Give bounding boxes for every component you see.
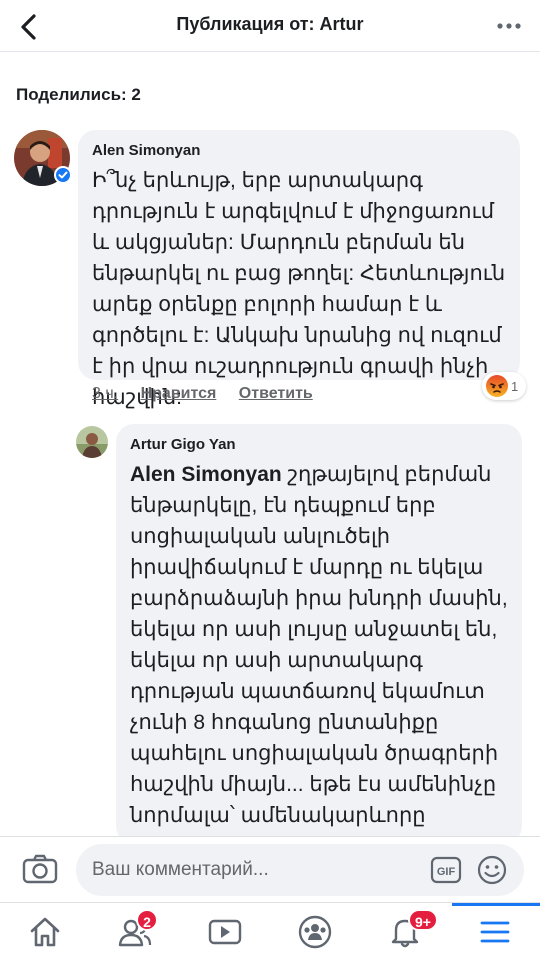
notifications-badge: 9+	[408, 909, 438, 931]
comment-time[interactable]: 3 ч.	[92, 385, 118, 403]
angry-reaction-icon	[486, 375, 508, 397]
reaction-count: 1	[511, 378, 519, 394]
comment-author[interactable]: Artur Gigo Yan	[130, 436, 508, 453]
verified-badge-icon	[54, 166, 72, 184]
emoji-icon[interactable]	[476, 854, 508, 886]
video-icon	[208, 919, 242, 945]
tab-home[interactable]	[0, 903, 90, 960]
comment-body: շղթայելով բերման ենթարկելը, էն դեպքում ե…	[130, 463, 508, 844]
comment-text: Ի՞նչ երևույթ, երբ արտակարգ դրություն է ա…	[92, 169, 506, 409]
more-options-icon[interactable]	[496, 14, 522, 38]
reaction-summary[interactable]: 1	[482, 372, 527, 400]
svg-text:GIF: GIF	[437, 866, 456, 878]
comment-text: Alen Simonyan շղթայելով բերման ենթարկելը…	[130, 459, 508, 844]
home-icon	[30, 917, 60, 947]
comment-bubble[interactable]: Alen Simonyan Ի՞նչ երևույթ, երբ արտակարգ…	[78, 130, 520, 409]
like-button[interactable]: Нравится	[141, 385, 217, 403]
tab-menu[interactable]	[450, 903, 540, 960]
tab-friends[interactable]: 2	[90, 903, 180, 960]
camera-icon[interactable]	[22, 853, 58, 885]
comment-composer: Ваш комментарий... GIF	[0, 836, 540, 902]
top-bar: Публикация от: Artur	[0, 0, 540, 52]
tab-groups[interactable]	[270, 903, 360, 960]
gif-icon[interactable]: GIF	[430, 855, 462, 885]
page-title: Публикация от: Artur	[176, 14, 364, 34]
tab-watch[interactable]	[180, 903, 270, 960]
menu-icon	[480, 921, 510, 943]
mention-link[interactable]: Alen Simonyan	[130, 463, 282, 486]
avatar[interactable]	[76, 426, 108, 458]
reply-bubble[interactable]: Artur Gigo Yan Alen Simonyan շղթայելով բ…	[116, 424, 522, 844]
tab-notifications[interactable]: 9+	[360, 903, 450, 960]
avatar[interactable]	[14, 130, 72, 186]
shares-count[interactable]: Поделились: 2	[16, 85, 141, 105]
reply-button[interactable]: Ответить	[239, 385, 313, 403]
bottom-navigation: 2 9+	[0, 902, 540, 960]
comment-author[interactable]: Alen Simonyan	[92, 142, 506, 159]
friends-badge: 2	[136, 909, 158, 931]
groups-icon	[298, 915, 332, 949]
comment-actions: 3 ч. Нравится Ответить	[92, 385, 331, 403]
